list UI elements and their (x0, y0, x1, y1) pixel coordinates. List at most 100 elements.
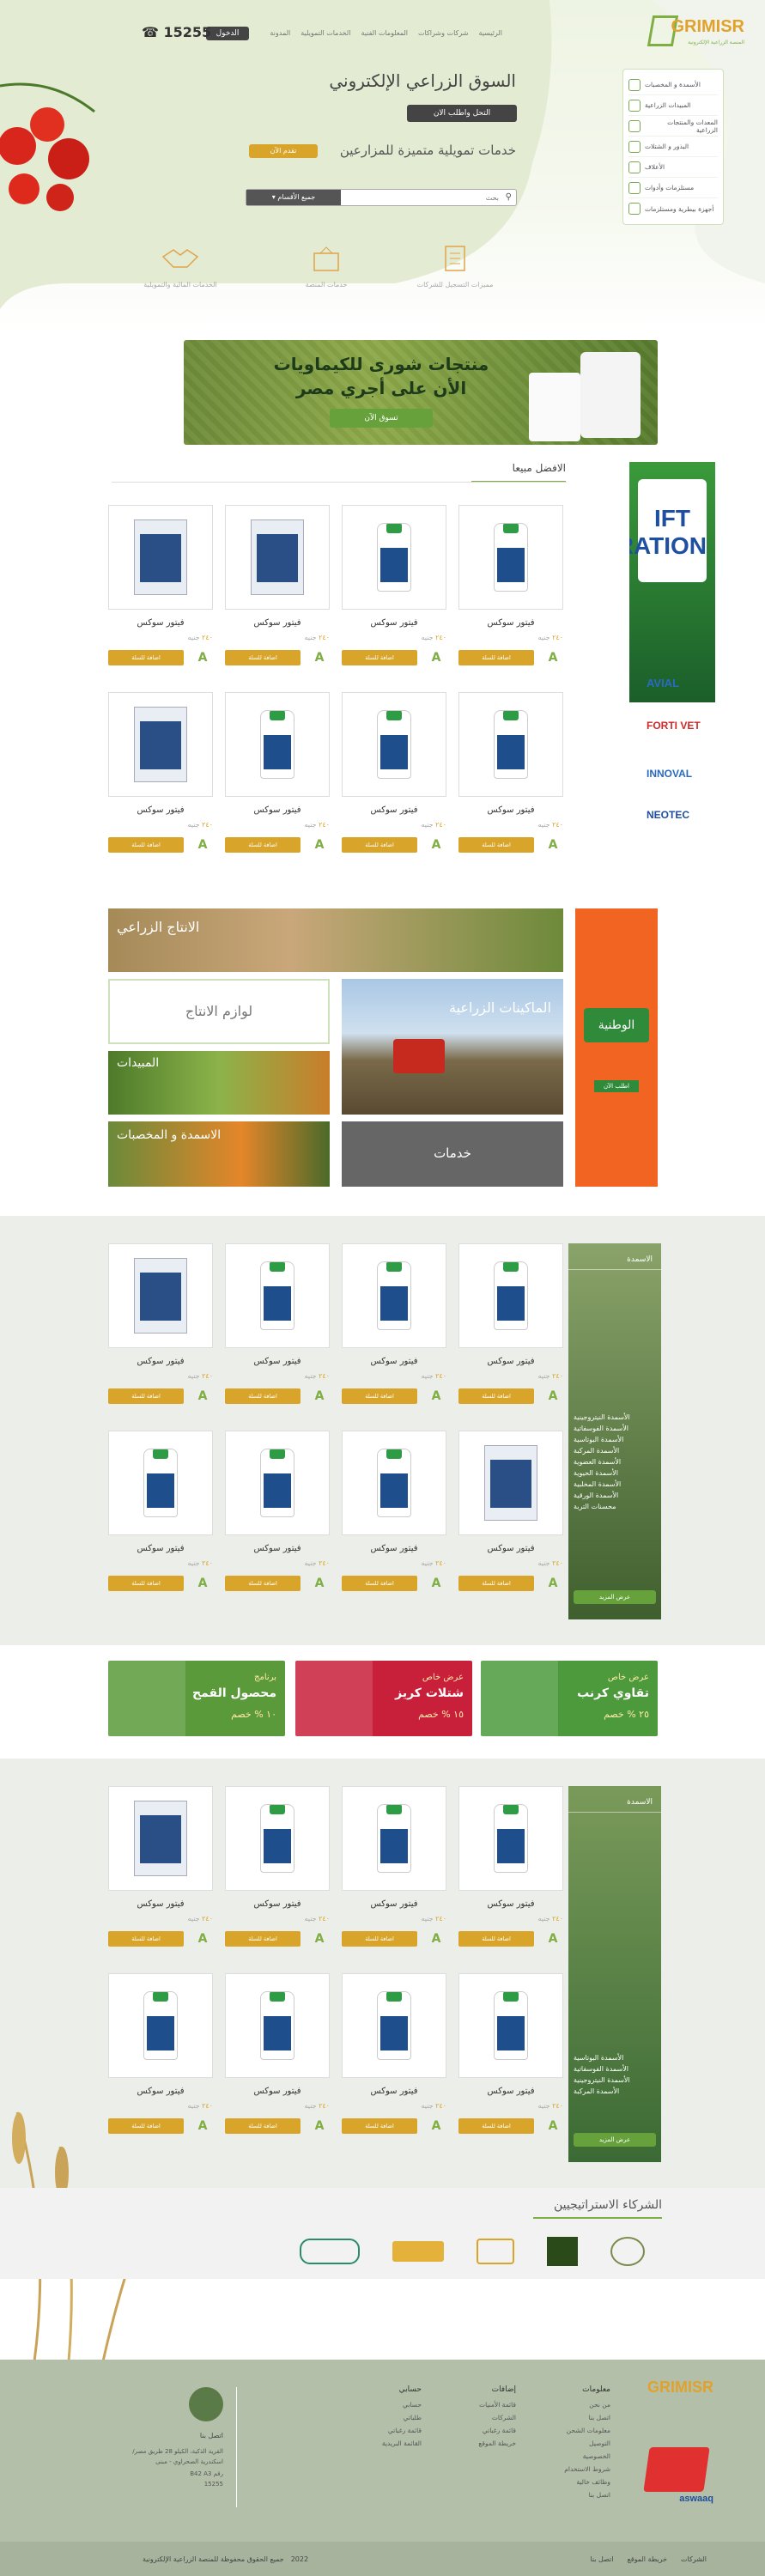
product-card[interactable]: فيتور سوكس ٢٤٠ جنيه A اضافة للسلة (225, 1431, 330, 1607)
category-pesticides[interactable]: المبيدات (108, 1051, 330, 1115)
search-input[interactable] (353, 191, 499, 204)
add-to-cart-button[interactable]: اضافة للسلة (225, 1388, 301, 1404)
category-equipment[interactable]: المعدات والمنتجات الزراعية (628, 116, 718, 137)
side-panel-link[interactable]: الأسمدة الفوسفاتية (568, 2063, 661, 2075)
product-name[interactable]: فيتور سوكس (342, 1544, 446, 1556)
product-card[interactable]: فيتور سوكس ٢٤٠ جنيه A اضافة للسلة (342, 505, 446, 681)
service-finance[interactable]: الخدمات المالية والتمويلية (120, 245, 240, 289)
login-button[interactable]: الدخول (206, 27, 249, 40)
side-panel-link[interactable]: الأسمدة المركبة (568, 2086, 661, 2097)
category-production[interactable]: الانتاج الزراعي (108, 908, 563, 972)
product-image[interactable] (108, 692, 213, 797)
product-name[interactable]: فيتور سوكس (342, 805, 446, 817)
partner-logo[interactable] (547, 2237, 578, 2266)
partner-logo[interactable] (610, 2237, 645, 2266)
product-card[interactable]: فيتور سوكس ٢٤٠ جنيه A اضافة للسلة (108, 1973, 213, 2149)
product-card[interactable]: فيتور سوكس ٢٤٠ جنيه A اضافة للسلة (225, 692, 330, 868)
nav-finance[interactable]: الخدمات التمويلية (301, 29, 350, 37)
banner-cta-button[interactable]: تسوق الآن (330, 409, 433, 428)
footer-link[interactable]: من نحن (542, 2401, 610, 2409)
product-image[interactable] (225, 1786, 330, 1891)
register-button[interactable]: التحل واطلب الان (407, 105, 517, 122)
product-image[interactable] (342, 1243, 446, 1348)
offer-banner[interactable]: برنامج محصول القمح ١٠ % خصم (108, 1661, 285, 1736)
category-supplies[interactable]: لوازم الانتاج (108, 979, 330, 1044)
product-name[interactable]: فيتور سوكس (342, 1899, 446, 1911)
side-panel-link[interactable]: الأسمدة البوتاسية (568, 1434, 661, 1445)
add-to-cart-button[interactable]: اضافة للسلة (108, 1388, 184, 1404)
brand-innoval[interactable]: INNOVAL (647, 768, 692, 780)
add-to-cart-button[interactable]: اضافة للسلة (458, 1576, 534, 1591)
product-name[interactable]: فيتور سوكس (108, 1544, 213, 1556)
add-to-cart-button[interactable]: اضافة للسلة (342, 1576, 417, 1591)
add-to-cart-button[interactable]: اضافة للسلة (342, 1931, 417, 1947)
product-card[interactable]: فيتور سوكس ٢٤٠ جنيه A اضافة للسلة (108, 1243, 213, 1419)
category-feed[interactable]: الأعلاف (628, 157, 718, 178)
product-image[interactable] (225, 1431, 330, 1535)
add-to-cart-button[interactable]: اضافة للسلة (225, 2118, 301, 2134)
offer-banner[interactable]: عرض خاص شتلات كريز ١٥ % خصم (295, 1661, 472, 1736)
product-card[interactable]: فيتور سوكس ٢٤٠ جنيه A اضافة للسلة (342, 692, 446, 868)
category-machinery[interactable]: الماكينات الزراعية (342, 979, 563, 1115)
product-card[interactable]: فيتور سوكس ٢٤٠ جنيه A اضافة للسلة (458, 1973, 563, 2149)
contact-phone[interactable]: 15255 (112, 2481, 223, 2488)
product-name[interactable]: فيتور سوكس (458, 805, 563, 817)
add-to-cart-button[interactable]: اضافة للسلة (225, 650, 301, 665)
promo-banner[interactable]: منتجات شورى للكيماويات الأن على أجري مصر… (184, 340, 658, 445)
service-registration[interactable]: مميزات التسجيل للشركات (404, 245, 507, 289)
add-to-cart-button[interactable]: اضافة للسلة (342, 2118, 417, 2134)
nav-technical[interactable]: المعلومات الفنية (361, 29, 408, 37)
footer-link-sitemap[interactable]: خريطة الموقع (628, 2555, 667, 2563)
add-to-cart-button[interactable]: اضافة للسلة (458, 837, 534, 853)
product-card[interactable]: فيتور سوكس ٢٤٠ جنيه A اضافة للسلة (108, 692, 213, 868)
brand-neotec[interactable]: NEOTEC (647, 809, 689, 821)
offer-banner[interactable]: عرض خاص تقاوي كرنب ٢٥ % خصم (481, 1661, 658, 1736)
product-image[interactable] (225, 1973, 330, 2078)
product-name[interactable]: فيتور سوكس (108, 618, 213, 630)
product-card[interactable]: فيتور سوكس ٢٤٠ جنيه A اضافة للسلة (458, 692, 563, 868)
product-image[interactable] (458, 1786, 563, 1891)
product-name[interactable]: فيتور سوكس (458, 2087, 563, 2099)
nav-home[interactable]: الرئيسية (478, 29, 502, 37)
add-to-cart-button[interactable]: اضافة للسلة (225, 1931, 301, 1947)
product-card[interactable]: فيتور سوكس ٢٤٠ جنيه A اضافة للسلة (342, 1973, 446, 2149)
add-to-cart-button[interactable]: اضافة للسلة (225, 837, 301, 853)
product-image[interactable] (458, 1431, 563, 1535)
footer-link[interactable]: قائمة رغباتي (447, 2427, 516, 2434)
brand-fortivet[interactable]: FORTI VET (647, 720, 701, 732)
add-to-cart-button[interactable]: اضافة للسلة (108, 1931, 184, 1947)
product-card[interactable]: فيتور سوكس ٢٤٠ جنيه A اضافة للسلة (225, 1786, 330, 1962)
add-to-cart-button[interactable]: اضافة للسلة (458, 1931, 534, 1947)
footer-link[interactable]: القائمة البريدية (353, 2439, 422, 2447)
product-name[interactable]: فيتور سوكس (108, 805, 213, 817)
product-name[interactable]: فيتور سوكس (225, 618, 330, 630)
side-panel-link[interactable]: الأسمدة البوتاسية (568, 2052, 661, 2063)
chat-icon[interactable] (189, 2387, 223, 2421)
product-name[interactable]: فيتور سوكس (458, 1544, 563, 1556)
category-pesticides[interactable]: المبيدات الزراعية (628, 95, 718, 116)
nav-companies[interactable]: شركات وشراكات (418, 29, 468, 37)
category-select[interactable]: جميع الأقسام ▾ (246, 190, 341, 205)
footer-logo[interactable]: GRIMISR (628, 2379, 713, 2397)
product-card[interactable]: فيتور سوكس ٢٤٠ جنيه A اضافة للسلة (108, 1431, 213, 1607)
request-button[interactable]: تقدم الآن (249, 144, 318, 158)
add-to-cart-button[interactable]: اضافة للسلة (458, 1388, 534, 1404)
product-image[interactable] (342, 1973, 446, 2078)
footer-link[interactable]: شروط الاستخدام (542, 2465, 610, 2473)
product-name[interactable]: فيتور سوكس (342, 618, 446, 630)
side-panel-link[interactable]: محسنات التربة (568, 1501, 661, 1512)
side-panel-link[interactable]: الأسمدة الحيوية (568, 1467, 661, 1479)
product-image[interactable] (458, 692, 563, 797)
product-card[interactable]: فيتور سوكس ٢٤٠ جنيه A اضافة للسلة (458, 1431, 563, 1607)
product-image[interactable] (342, 692, 446, 797)
add-to-cart-button[interactable]: اضافة للسلة (108, 650, 184, 665)
partner-logo[interactable] (300, 2239, 360, 2264)
footer-link[interactable]: اتصل بنا (542, 2491, 610, 2499)
product-name[interactable]: فيتور سوكس (225, 2087, 330, 2099)
product-card[interactable]: فيتور سوكس ٢٤٠ جنيه A اضافة للسلة (225, 1243, 330, 1419)
brand-avial[interactable]: AVIAL (647, 677, 679, 690)
side-panel-link[interactable]: الأسمدة المخلبية (568, 1479, 661, 1490)
product-card[interactable]: فيتور سوكس ٢٤٠ جنيه A اضافة للسلة (108, 1786, 213, 1962)
product-card[interactable]: فيتور سوكس ٢٤٠ جنيه A اضافة للسلة (342, 1786, 446, 1962)
footer-link[interactable]: الخصوصية (542, 2452, 610, 2460)
